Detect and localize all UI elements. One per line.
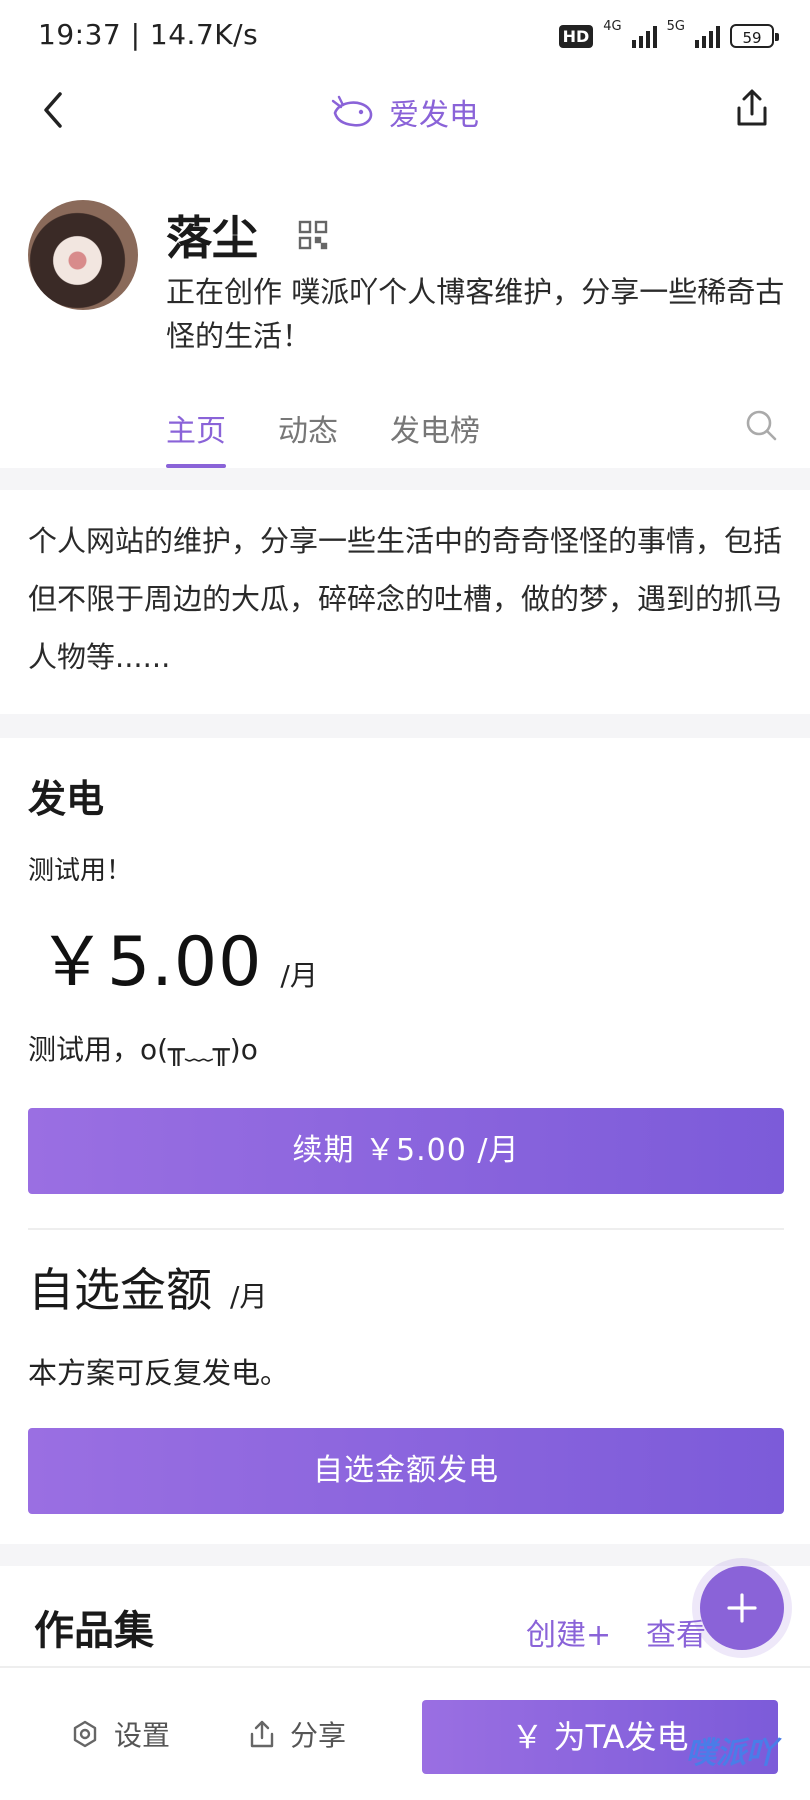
- share-label: 分享: [290, 1719, 347, 1752]
- about-text: 个人网站的维护，分享一些生活中的奇奇怪怪的事情，包括但不限于周边的大瓜，碎碎念的…: [28, 524, 783, 674]
- bottom-bar: 设置 分享 ￥ 为TA发电 噗派吖: [0, 1666, 810, 1800]
- profile-bio: 正在创作 噗派吖个人博客维护，分享一些稀奇古怪的生活！: [166, 275, 785, 353]
- signal-icon-2: [695, 24, 720, 48]
- about-card: 个人网站的维护，分享一些生活中的奇奇怪怪的事情，包括但不限于周边的大瓜，碎碎念的…: [0, 490, 810, 714]
- add-fab-button[interactable]: [700, 1566, 784, 1650]
- create-work-link[interactable]: 创建+: [526, 1610, 611, 1654]
- renew-button[interactable]: 续期 ￥5.00 /月: [28, 1108, 784, 1194]
- divider: [28, 1228, 784, 1230]
- watermark-text: 噗派吖: [686, 1736, 776, 1771]
- tab-home[interactable]: 主页: [166, 406, 226, 468]
- profile-name: 落尘: [166, 211, 258, 265]
- share-icon[interactable]: [734, 88, 770, 132]
- nav-bar: 爱发电: [0, 72, 810, 152]
- tab-activity[interactable]: 动态: [278, 406, 338, 450]
- settings-button[interactable]: 设置: [70, 1714, 170, 1754]
- tab-ranking[interactable]: 发电榜: [390, 406, 480, 450]
- avatar[interactable]: [28, 200, 138, 310]
- plan-name: 测试用！: [28, 856, 133, 886]
- works-title: 作品集: [34, 1608, 154, 1654]
- custom-amount-button[interactable]: 自选金额发电: [28, 1428, 784, 1514]
- custom-title-row: 自选金额 /月: [28, 1254, 267, 1320]
- network-5g-label: 5G: [666, 18, 685, 34]
- share-button[interactable]: 分享: [248, 1714, 346, 1754]
- qr-code-icon[interactable]: [298, 220, 328, 254]
- profile-section: 落尘 正在创作 噗派吖个人博客维护，分享一些稀奇古怪的生活！ 主页 动态 发电榜: [0, 152, 810, 468]
- signal-icon: [631, 24, 657, 48]
- custom-description: 本方案可反复发电。: [28, 1356, 290, 1390]
- hd-badge: HD: [558, 24, 594, 48]
- custom-per: /月: [230, 1280, 268, 1313]
- afdian-logo-icon: [331, 95, 373, 127]
- plan-per: /月: [280, 959, 318, 992]
- search-icon[interactable]: [744, 408, 778, 446]
- network-4g-label: 4G: [603, 18, 622, 34]
- profile-tabs: 主页 动态 发电榜: [166, 406, 480, 468]
- plus-icon: [727, 1593, 757, 1623]
- nav-title: 爱发电: [389, 98, 479, 133]
- works-section: 作品集 创建+ 查看: [0, 1566, 810, 1666]
- status-bar: 19:37 | 14.7K/s HD 4G 5G 59: [0, 0, 810, 72]
- share-icon: [250, 1720, 274, 1748]
- plan-price-row: ￥5.00 /月: [38, 906, 318, 1005]
- charge-card: 发电 测试用！ ￥5.00 /月 测试用，o(╥﹏╥)o 续期 ￥5.00 /月…: [0, 738, 810, 1544]
- custom-amount-title: 自选金额: [28, 1263, 212, 1317]
- plan-price: ￥5.00: [38, 923, 263, 1002]
- status-icons: HD 4G 5G 59: [558, 18, 779, 52]
- charge-title: 发电: [28, 777, 105, 821]
- settings-label: 设置: [114, 1719, 171, 1752]
- status-time: 19:37 | 14.7K/s: [38, 18, 259, 51]
- battery-icon: 59: [730, 24, 779, 48]
- view-all-link[interactable]: 查看: [646, 1610, 706, 1654]
- plan-description: 测试用，o(╥﹏╥)o: [28, 1033, 258, 1066]
- nav-title-group: 爱发电: [0, 90, 810, 134]
- gear-icon: [73, 1720, 97, 1748]
